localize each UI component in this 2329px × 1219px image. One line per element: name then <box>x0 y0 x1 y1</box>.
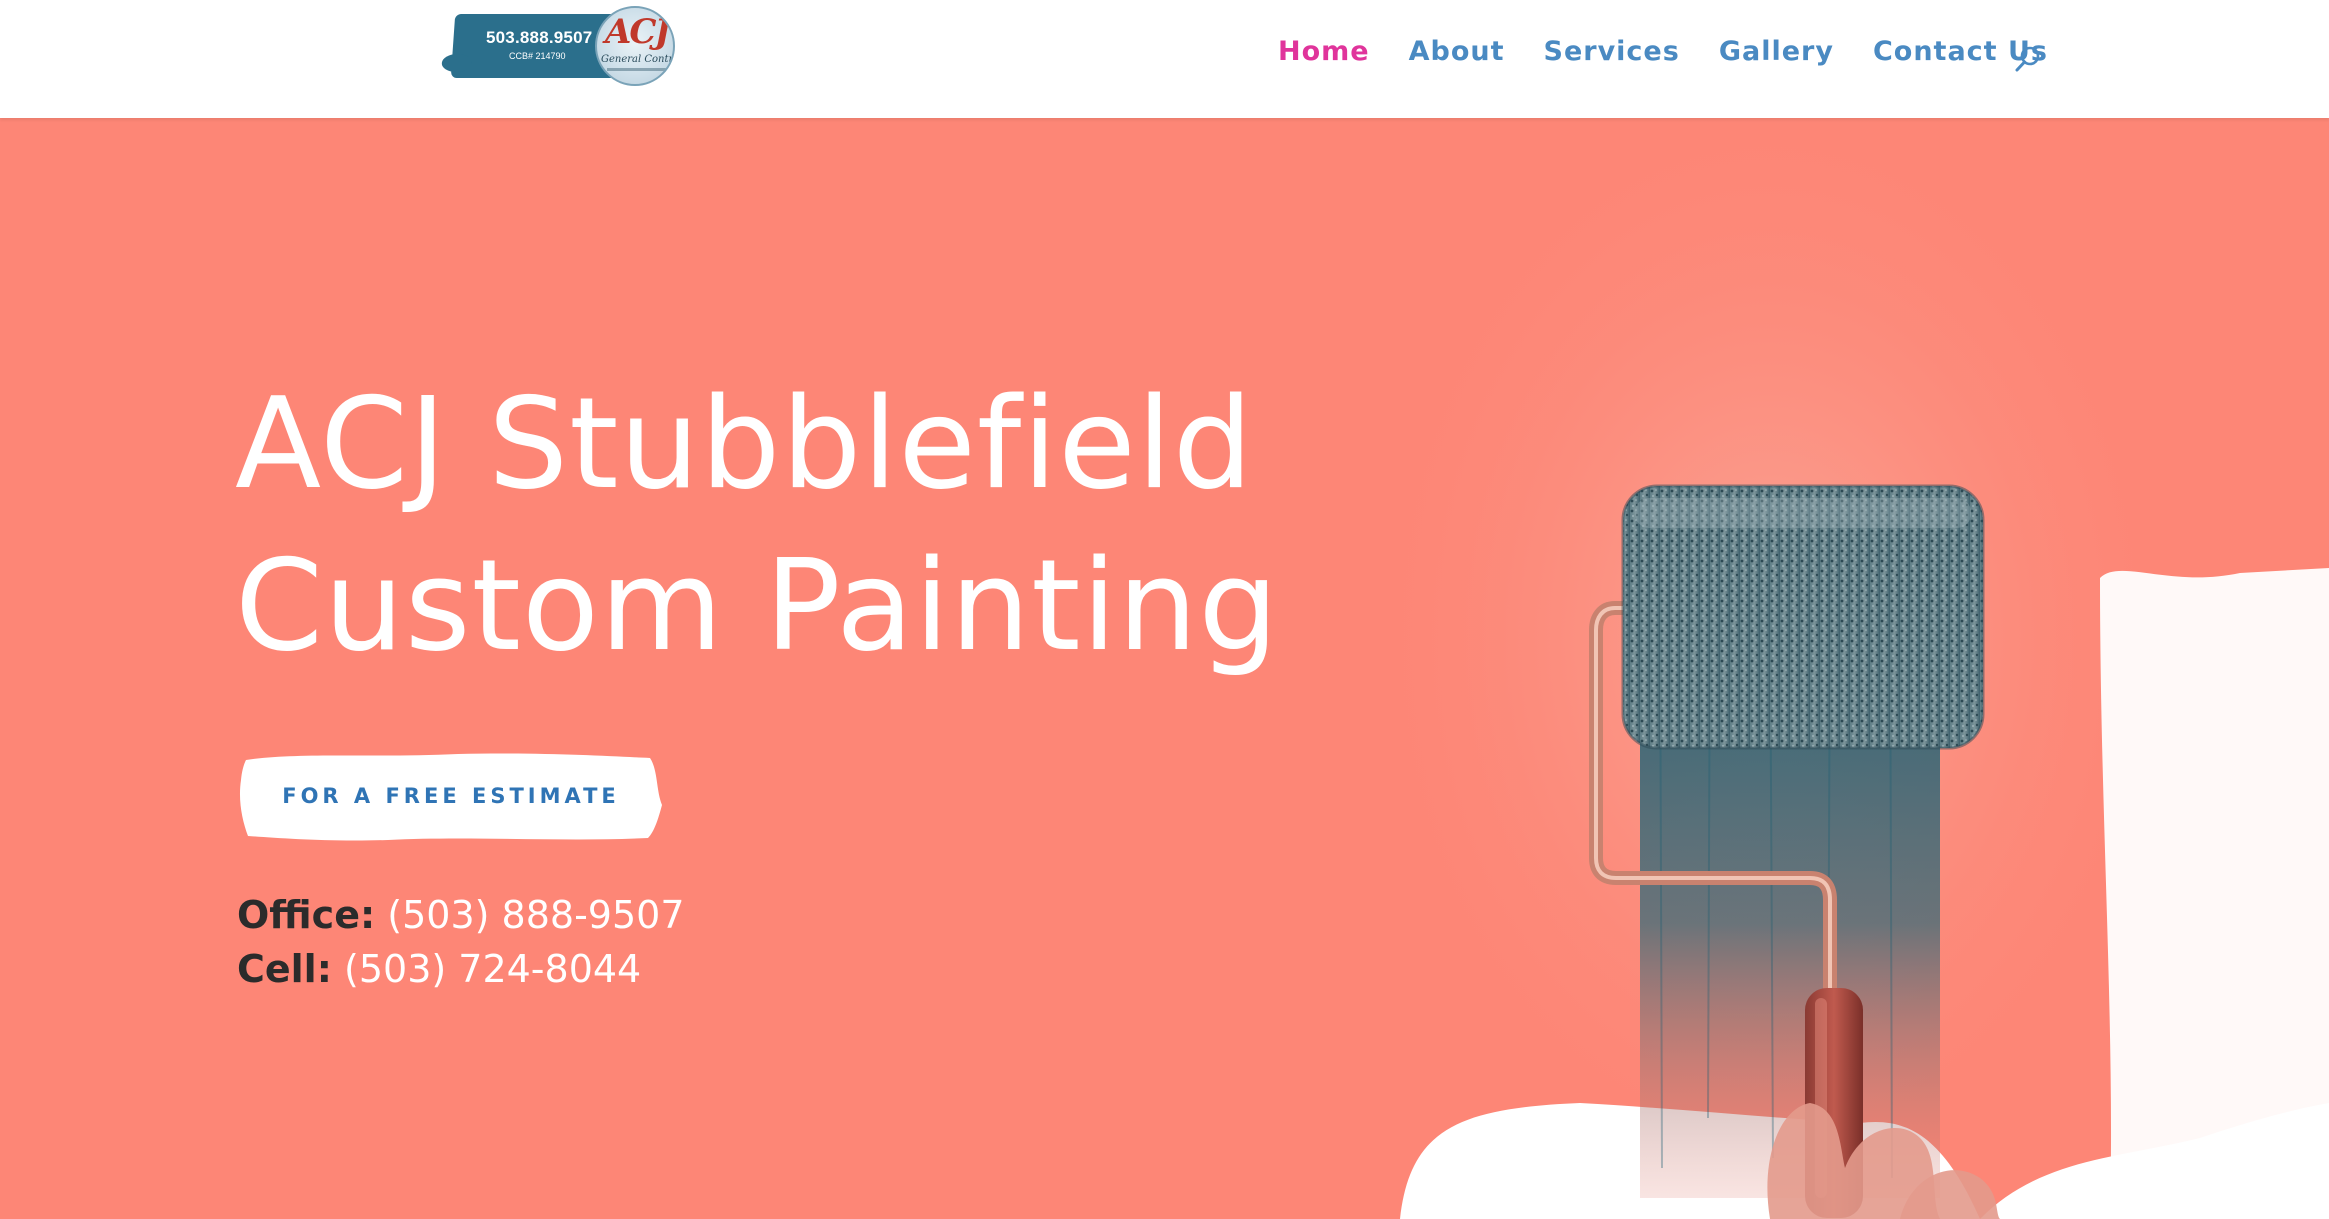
nav-item-about[interactable]: About <box>1409 36 1505 67</box>
cell-phone-line: Cell: (503) 724-8044 <box>237 942 685 996</box>
office-label: Office: <box>237 893 376 937</box>
hero-title-line-2: Custom Painting <box>235 532 1280 679</box>
logo-subtitle: General Contractor <box>601 54 674 65</box>
paint-roller-image <box>1350 118 2329 1219</box>
cell-phone[interactable]: (503) 724-8044 <box>344 947 641 991</box>
site-logo[interactable]: 503.888.9507 CCB# 214790 ACJ General Con… <box>450 6 675 86</box>
hero-title: ACJ Stubblefield Custom Painting <box>235 363 1279 687</box>
logo-ccb: CCB# 214790 <box>509 51 566 61</box>
logo-fine-print <box>607 68 673 71</box>
search-icon[interactable] <box>2013 44 2043 74</box>
nav-item-gallery[interactable]: Gallery <box>1719 36 1834 67</box>
contact-info: Office: (503) 888-9507 Cell: (503) 724-8… <box>237 888 685 996</box>
logo-mark: ACJ <box>605 12 671 52</box>
hero-title-line-1: ACJ Stubblefield <box>235 370 1254 517</box>
office-phone[interactable]: (503) 888-9507 <box>387 893 684 937</box>
cell-label: Cell: <box>237 947 332 991</box>
hero-section: ACJ Stubblefield Custom Painting FOR A F… <box>0 118 2329 1219</box>
office-phone-line: Office: (503) 888-9507 <box>237 888 685 942</box>
logo-phone: 503.888.9507 <box>486 28 593 47</box>
nav-item-home[interactable]: Home <box>1278 36 1370 67</box>
nav-item-services[interactable]: Services <box>1544 36 1680 67</box>
free-estimate-button[interactable]: FOR A FREE ESTIMATE <box>238 750 664 842</box>
site-header: 503.888.9507 CCB# 214790 ACJ General Con… <box>0 0 2329 118</box>
main-nav: Home About Services Gallery Contact Us <box>1278 36 2087 72</box>
logo-seal: ACJ General Contractor <box>595 6 675 86</box>
free-estimate-label: FOR A FREE ESTIMATE <box>282 784 620 808</box>
